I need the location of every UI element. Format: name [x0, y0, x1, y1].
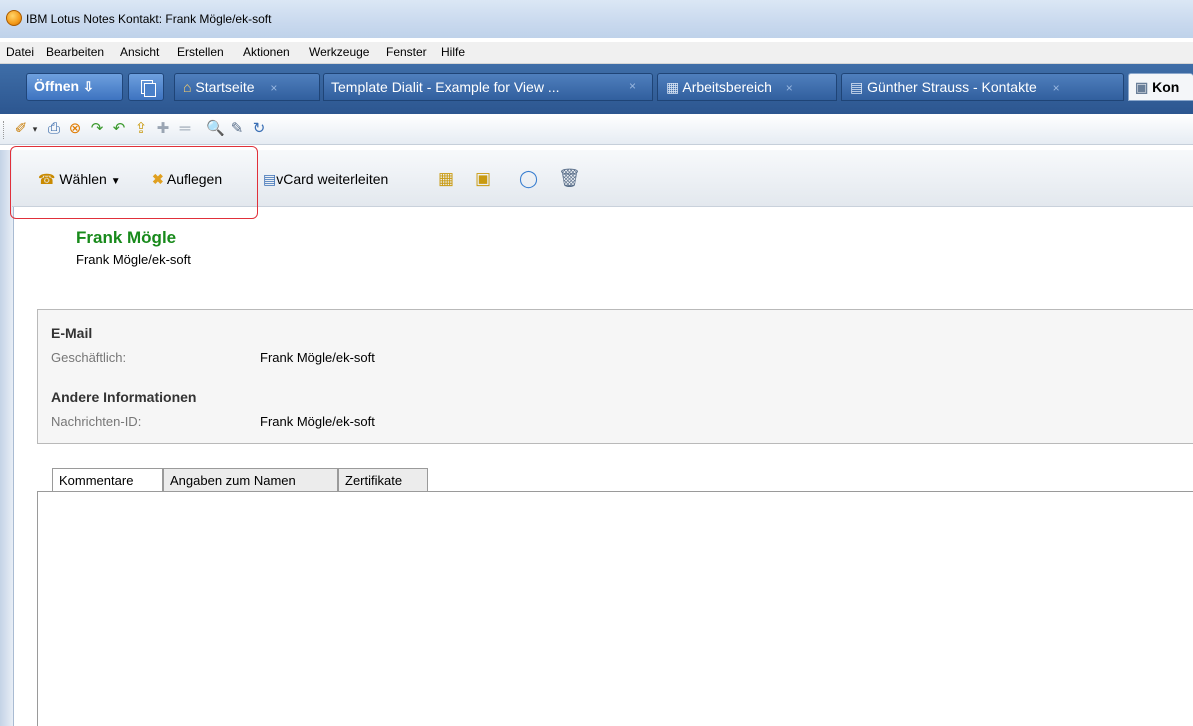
menu-werkzeuge[interactable]: Werkzeuge — [309, 45, 369, 59]
menu-aktionen[interactable]: Aktionen — [243, 45, 290, 59]
edit-properties-icon[interactable]: ✎ — [228, 120, 246, 138]
menu-hilfe[interactable]: Hilfe — [441, 45, 465, 59]
toolbar-grip[interactable] — [3, 121, 7, 139]
home-icon: ⌂ — [183, 79, 192, 95]
copy-window-button[interactable] — [128, 73, 164, 101]
tab-label: Startseite — [195, 79, 255, 95]
menu-erstellen[interactable]: Erstellen — [177, 45, 224, 59]
menu-fenster[interactable]: Fenster — [386, 45, 427, 59]
close-icon[interactable]: × — [270, 81, 277, 95]
menu-bar: Datei Bearbeiten Ansicht Erstellen Aktio… — [0, 42, 1193, 64]
open-button[interactable]: Öffnen ⇩ — [26, 73, 123, 101]
new-dropdown-icon[interactable]: ▾ — [30, 120, 40, 138]
window-title: IBM Lotus Notes Kontakt: Frank Mögle/ek-… — [26, 12, 272, 26]
workspace-icon: ▦ — [666, 79, 680, 95]
menu-bearbeiten[interactable]: Bearbeiten — [46, 45, 104, 59]
title-bar: IBM Lotus Notes Kontakt: Frank Mögle/ek-… — [0, 0, 1193, 38]
info-panel: E-Mail Geschäftlich: Frank Mögle/ek-soft… — [37, 309, 1193, 444]
contact-subtitle: Frank Mögle/ek-soft — [76, 252, 191, 267]
tab-label: Arbeitsbereich — [682, 79, 772, 95]
lotus-notes-icon — [6, 10, 22, 26]
move-up-icon[interactable]: ↶ — [110, 120, 128, 138]
vcard-label: vCard weiterleiten — [276, 171, 389, 187]
move-down-icon[interactable]: ↷ — [88, 120, 106, 138]
email-section-title: E-Mail — [51, 325, 93, 341]
expand-icon[interactable]: ✚ — [154, 120, 172, 138]
tab-kommentare[interactable]: Kommentare — [52, 468, 163, 492]
tab-startseite[interactable]: ⌂ Startseite × — [174, 73, 320, 101]
folder-up-icon[interactable]: ⇪ — [132, 120, 150, 138]
new-icon[interactable]: ✐ — [12, 120, 30, 138]
business-label: Geschäftlich: — [51, 350, 127, 365]
vcard-forward-button[interactable]: ▤vCard weiterleiten — [263, 171, 388, 188]
left-gutter — [0, 150, 14, 726]
tab-template-dialit[interactable]: Template Dialit - Example for View ... × — [323, 73, 653, 101]
tab-label: Template Dialit - Example for View ... — [331, 79, 560, 95]
business-value: Frank Mögle/ek-soft — [260, 350, 375, 365]
chat-bubble-icon[interactable]: ◯ — [519, 169, 538, 189]
comments-content-area[interactable] — [37, 491, 1193, 726]
other-info-section-title: Andere Informationen — [51, 389, 197, 405]
trash-icon[interactable]: 🗑 — [558, 168, 581, 189]
refresh-icon[interactable]: ↻ — [250, 120, 268, 138]
menu-datei[interactable]: Datei — [6, 45, 34, 59]
contact-doc-icon: ▣ — [1135, 79, 1149, 95]
close-icon[interactable]: × — [629, 79, 636, 93]
tab-guenther-strauss-kontakte[interactable]: ▤ Günther Strauss - Kontakte × — [841, 73, 1124, 101]
calendar-icon[interactable]: ▦ — [438, 169, 454, 189]
open-button-label: Öffnen — [34, 78, 80, 94]
highlight-annotation — [10, 146, 258, 219]
message-id-value: Frank Mögle/ek-soft — [260, 414, 375, 429]
tab-kontakt-active[interactable]: ▣ Kon — [1128, 73, 1193, 101]
tab-label: Kon — [1152, 79, 1180, 95]
copy-icon-front — [144, 83, 156, 97]
contacts-icon: ▤ — [850, 79, 864, 95]
close-icon[interactable]: × — [1053, 81, 1060, 95]
collapse-icon[interactable]: ═ — [176, 120, 194, 138]
contact-name: Frank Mögle — [76, 228, 177, 247]
close-icon[interactable]: × — [786, 81, 793, 95]
tab-angaben-zum-namen[interactable]: Angaben zum Namen — [163, 468, 338, 492]
vcard-icon: ▤ — [263, 171, 277, 187]
print-icon[interactable]: ⎙ — [45, 120, 63, 138]
message-id-label: Nachrichten-ID: — [51, 414, 142, 429]
stop-icon[interactable]: ⊗ — [66, 120, 84, 138]
tab-arbeitsbereich[interactable]: ▦ Arbeitsbereich × — [657, 73, 837, 101]
tab-strip: Öffnen ⇩ ⌂ Startseite × Template Dialit … — [0, 64, 1193, 114]
tab-label: Günther Strauss - Kontakte — [867, 79, 1037, 95]
download-arrow-icon: ⇩ — [83, 79, 94, 94]
menu-ansicht[interactable]: Ansicht — [120, 45, 159, 59]
folder-icon[interactable]: ▣ — [475, 169, 491, 189]
tool-bar: ✐ ▾ ⎙ ⊗ ↷ ↶ ⇪ ✚ ═ 🔍 ✎ ↻ — [0, 114, 1193, 145]
search-binoculars-icon[interactable]: 🔍 — [206, 120, 225, 138]
tab-zertifikate[interactable]: Zertifikate — [338, 468, 428, 492]
